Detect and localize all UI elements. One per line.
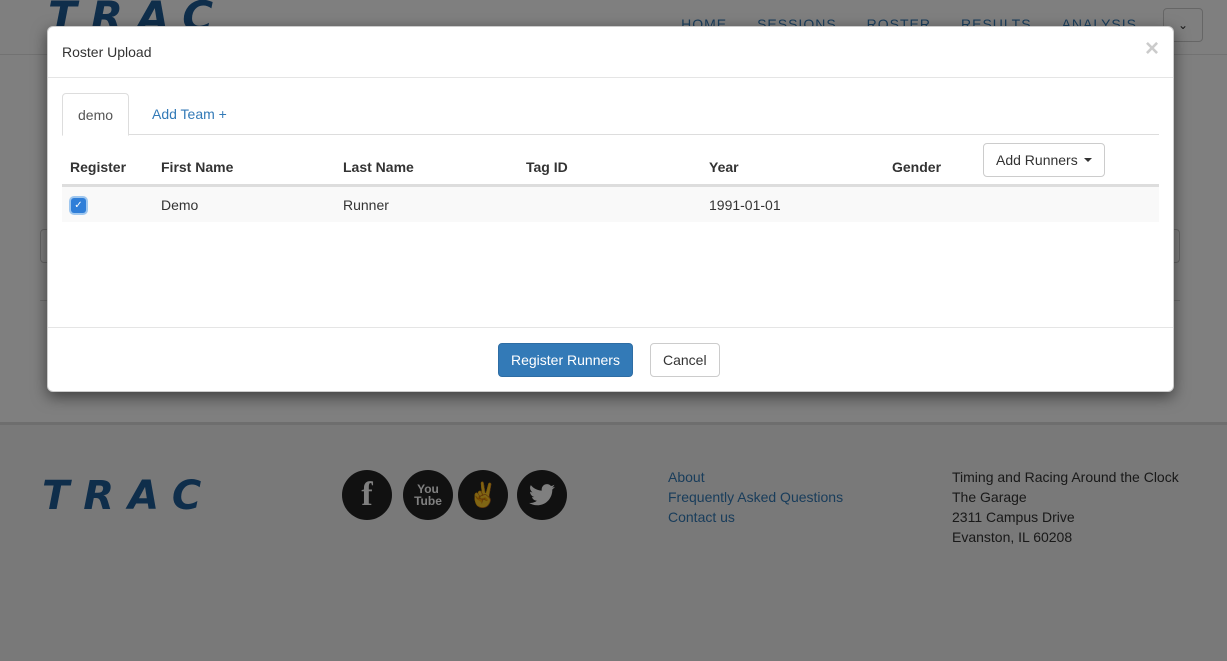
register-checkbox[interactable]: ✓ — [71, 198, 86, 213]
modal-header: Roster Upload × — [48, 27, 1173, 78]
table-header: Register First Name Last Name Tag ID Yea… — [62, 135, 1159, 186]
column-first-name: First Name — [161, 159, 234, 175]
close-icon[interactable]: × — [1145, 37, 1159, 61]
column-last-name: Last Name — [343, 159, 414, 175]
caret-down-icon — [1083, 158, 1092, 162]
column-tag-id: Tag ID — [526, 159, 568, 175]
tab-demo[interactable]: demo — [62, 93, 130, 136]
cell-first-name: Demo — [161, 197, 199, 213]
cell-last-name: Runner — [343, 197, 389, 213]
column-register: Register — [70, 159, 127, 175]
column-year: Year — [709, 159, 739, 175]
roster-table: Register First Name Last Name Tag ID Yea… — [62, 135, 1159, 222]
register-runners-button[interactable]: Register Runners — [498, 343, 633, 377]
tab-add-team[interactable]: Add Team + — [137, 93, 242, 135]
cell-year: 1991-01-01 — [709, 197, 781, 213]
modal-title: Roster Upload — [62, 44, 152, 60]
table-row: ✓ Demo Runner 1991-01-01 — [62, 186, 1159, 222]
cancel-button[interactable]: Cancel — [650, 343, 720, 377]
add-runners-label: Add Runners — [996, 152, 1078, 168]
team-tabs: demo Add Team + — [62, 93, 1159, 136]
add-runners-button[interactable]: Add Runners — [983, 143, 1105, 177]
column-gender: Gender — [892, 159, 942, 175]
modal-footer: Register Runners Cancel — [48, 327, 1173, 391]
roster-upload-modal: Roster Upload × demo Add Team + Register… — [47, 26, 1174, 392]
